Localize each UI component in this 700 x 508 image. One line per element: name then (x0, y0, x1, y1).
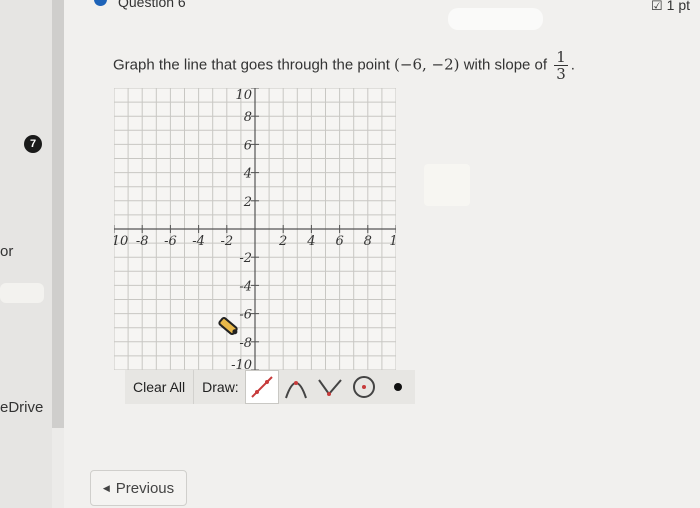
y-tick-label: -4 (239, 279, 252, 294)
point-tool-icon[interactable] (381, 370, 415, 404)
y-tick-label: 8 (244, 110, 252, 125)
circle-tool-icon[interactable] (347, 370, 381, 404)
y-tick-label: -8 (239, 336, 252, 351)
slope-fraction: 1 3 (554, 49, 568, 82)
screen-glare (424, 164, 470, 206)
prompt-text: with slope of (463, 56, 548, 74)
x-tick-label: -8 (136, 234, 149, 249)
draw-toolbar: Clear All Draw: (125, 370, 415, 404)
y-tick-label: 6 (244, 138, 252, 153)
draw-label: Draw: (202, 379, 239, 395)
y-tick-label: -2 (239, 251, 252, 266)
points-label: 1 pt (666, 0, 690, 13)
x-tick-label: -4 (192, 234, 205, 249)
question-title: Question 6 (118, 0, 186, 10)
question-prompt: Graph the line that goes through the poi… (113, 49, 575, 82)
caret-left-icon: ◀ (102, 482, 110, 493)
parabola-tool-icon[interactable] (279, 370, 313, 404)
x-tick-label: 6 (335, 234, 343, 249)
x-tick-label: 4 (306, 234, 315, 249)
y-tick-label: 10 (235, 88, 252, 103)
slope-denominator: 3 (556, 65, 566, 83)
screen-glare (448, 8, 543, 30)
prompt-text: Graph the line that goes through the poi… (113, 56, 390, 74)
x-tick-label: -2 (220, 234, 233, 249)
y-tick-label: 2 (243, 195, 252, 210)
panel-divider (52, 0, 64, 428)
previous-button[interactable]: ◀ Previous (90, 470, 187, 506)
graph-canvas[interactable]: 10 -8 -6 -4 -2 2 4 6 8 1( 10 8 6 4 2 -2 -4 -6 -8 -10 (114, 88, 396, 370)
x-tick-label: 8 (364, 234, 372, 249)
checkbox-icon: ☑ (650, 0, 663, 13)
x-tick-label: 2 (278, 234, 287, 249)
y-tick-label: -6 (239, 308, 252, 323)
y-tick-label: 4 (243, 167, 252, 182)
absolute-value-tool-icon[interactable] (313, 370, 347, 404)
y-tick-label: -10 (231, 358, 252, 370)
line-tool-icon[interactable] (244, 370, 279, 404)
question-number-badge[interactable]: 7 (24, 135, 42, 153)
x-tick-label: -6 (164, 234, 177, 249)
sidebar-text-fragment[interactable]: eDrive (0, 399, 43, 416)
prompt-period: . (570, 56, 575, 74)
sidebar-text-fragment: or (0, 243, 14, 260)
slope-numerator: 1 (554, 48, 568, 66)
points-indicator: ☑ 1 pt (651, 0, 690, 14)
screen-glare (0, 283, 44, 303)
x-tick-label: 10 (114, 234, 128, 249)
previous-label: Previous (115, 479, 175, 497)
x-tick-label: 1( (389, 234, 396, 249)
clear-all-button[interactable]: Clear All (125, 370, 195, 404)
prompt-point: (−6, −2) (394, 55, 460, 74)
